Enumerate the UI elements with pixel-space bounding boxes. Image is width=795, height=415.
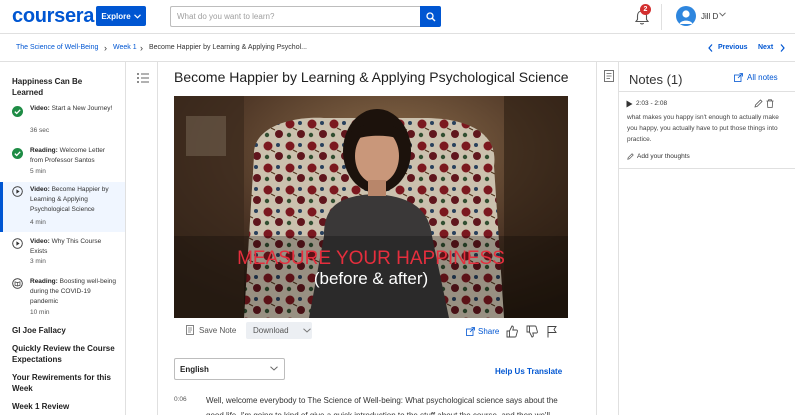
check-circle-icon: [12, 106, 23, 117]
chevron-right-icon[interactable]: [780, 44, 785, 52]
breadcrumb-separator: ›: [140, 43, 143, 53]
notification-badge: 2: [640, 4, 651, 15]
breadcrumb-current: Become Happier by Learning & Applying Ps…: [149, 44, 307, 51]
sidebar-lesson-week1-review[interactable]: Week 1 Review: [12, 401, 120, 412]
chevron-down-icon[interactable]: [719, 12, 726, 17]
play-circle-icon: [12, 238, 23, 249]
notes-divider: [618, 62, 619, 415]
chevron-down-icon: [133, 13, 141, 19]
sidebar-item-text: Reading: Boosting well-being during the …: [30, 277, 118, 307]
play-circle-icon: [12, 186, 23, 197]
sidebar-item-why-course[interactable]: Video: Why This Course Exists 3 min: [0, 236, 125, 272]
item-duration: 3 min: [30, 258, 46, 265]
chevron-down-icon[interactable]: [270, 366, 278, 371]
item-duration: 4 min: [30, 219, 46, 226]
top-header: coursera Explore 2 Jill D: [0, 0, 795, 34]
user-icon: [679, 10, 693, 24]
note-timestamp[interactable]: 2:03 - 2:08: [636, 100, 667, 107]
sidebar-lesson-gi-joe[interactable]: GI Joe Fallacy: [12, 325, 120, 336]
note-text: what makes you happy isn't enough to act…: [627, 114, 779, 143]
previous-button[interactable]: Previous: [718, 44, 748, 51]
section-title: Happiness Can Be Learned: [12, 77, 83, 97]
save-note-button[interactable]: Save Note: [186, 325, 236, 335]
thumbs-down-icon[interactable]: [526, 325, 538, 338]
video-caption-line2: (before & after): [314, 269, 428, 288]
notes-title: Notes (1): [629, 72, 683, 87]
all-notes-label: All notes: [747, 73, 778, 82]
page-title: Become Happier by Learning & Applying Ps…: [174, 69, 569, 85]
search-input[interactable]: [170, 6, 420, 27]
item-kind: Reading:: [30, 147, 58, 154]
flag-icon[interactable]: [546, 325, 558, 338]
breadcrumb: The Science of Well-Being › Week 1 › Bec…: [0, 34, 795, 62]
sidebar-lesson-course-expectations[interactable]: Quickly Review the Course Expectations: [12, 343, 120, 365]
item-duration: 5 min: [30, 168, 46, 175]
chevron-down-icon: [302, 328, 311, 333]
add-thoughts-button[interactable]: Add your thoughts: [627, 153, 690, 160]
item-kind: Video:: [30, 186, 50, 193]
transcript-text[interactable]: Well, welcome everybody to The Science o…: [206, 393, 568, 415]
item-kind: Video:: [30, 238, 50, 245]
breadcrumb-course[interactable]: The Science of Well-Being: [16, 44, 98, 51]
sidebar-item-text: Video: Become Happier by Learning & Appl…: [30, 185, 118, 215]
download-dropdown[interactable]: Download: [246, 322, 312, 339]
search-button[interactable]: [420, 6, 441, 27]
explore-label: Explore: [101, 11, 131, 21]
sidebar-item-text: Video: Start a New Journey!: [30, 104, 118, 114]
external-link-icon: [734, 73, 743, 82]
avatar[interactable]: [676, 6, 696, 26]
sidebar-item-become-happier[interactable]: Video: Become Happier by Learning & Appl…: [0, 182, 125, 232]
header-divider: [661, 4, 662, 30]
item-kind: Reading:: [30, 278, 58, 285]
video-frame: MEASURE YOUR HAPPINESS (before & after): [174, 96, 568, 318]
share-label: Share: [478, 327, 500, 336]
video-player[interactable]: MEASURE YOUR HAPPINESS (before & after): [174, 96, 568, 318]
thumbs-up-icon[interactable]: [506, 325, 518, 338]
sidebar-item-text: Video: Why This Course Exists: [30, 237, 118, 257]
play-icon[interactable]: [626, 100, 633, 108]
strip-divider: [157, 62, 158, 415]
user-name[interactable]: Jill D: [701, 12, 718, 21]
pencil-icon: [627, 153, 634, 160]
download-label: Download: [253, 326, 289, 335]
language-select[interactable]: English: [174, 358, 285, 380]
coursera-logo[interactable]: coursera: [12, 5, 94, 28]
item-kind: Video:: [30, 105, 50, 112]
outline-toggle-icon[interactable]: [136, 72, 150, 84]
sidebar-item-covid-reading[interactable]: Reading: Boosting well-being during the …: [0, 276, 125, 322]
sidebar-item-start-journey[interactable]: Video: Start a New Journey! 36 sec: [0, 104, 125, 140]
video-toolbar: Save Note Download Share: [174, 318, 568, 346]
share-button[interactable]: Share: [466, 327, 499, 336]
breadcrumb-separator: ›: [104, 43, 107, 53]
breadcrumb-week[interactable]: Week 1: [113, 44, 137, 51]
video-caption-line1: MEASURE YOUR HAPPINESS: [237, 248, 505, 269]
transcript-timestamp[interactable]: 0:06: [174, 396, 187, 403]
chevron-left-icon[interactable]: [708, 44, 713, 52]
notes-separator: [618, 168, 795, 169]
all-notes-link[interactable]: All notes: [734, 73, 778, 82]
share-icon: [466, 327, 475, 336]
notes-toggle-icon[interactable]: [604, 70, 614, 82]
sidebar-item-welcome-letter[interactable]: Reading: Welcome Letter from Professor S…: [0, 146, 125, 182]
next-button[interactable]: Next: [758, 44, 773, 51]
item-duration: 36 sec: [30, 127, 50, 134]
notes-separator: [618, 91, 795, 92]
course-sidebar: Happiness Can Be Learned Video: Start a …: [0, 62, 126, 415]
sidebar-item-text: Reading: Welcome Letter from Professor S…: [30, 146, 118, 166]
explore-button[interactable]: Explore: [96, 6, 146, 26]
item-duration: 10 min: [30, 309, 50, 316]
check-circle-icon: [12, 148, 23, 159]
reading-icon: [12, 278, 23, 289]
add-thoughts-label: Add your thoughts: [637, 153, 690, 160]
item-title: Start a New Journey!: [51, 105, 113, 112]
save-note-label: Save Note: [199, 325, 237, 335]
trash-icon[interactable]: [766, 99, 774, 108]
sidebar-lesson-rewirements[interactable]: Your Rewirements for this Week: [12, 372, 120, 394]
search-icon: [425, 11, 435, 21]
pencil-icon[interactable]: [754, 99, 763, 108]
help-translate-link[interactable]: Help Us Translate: [495, 367, 562, 376]
note-icon: [186, 325, 194, 335]
